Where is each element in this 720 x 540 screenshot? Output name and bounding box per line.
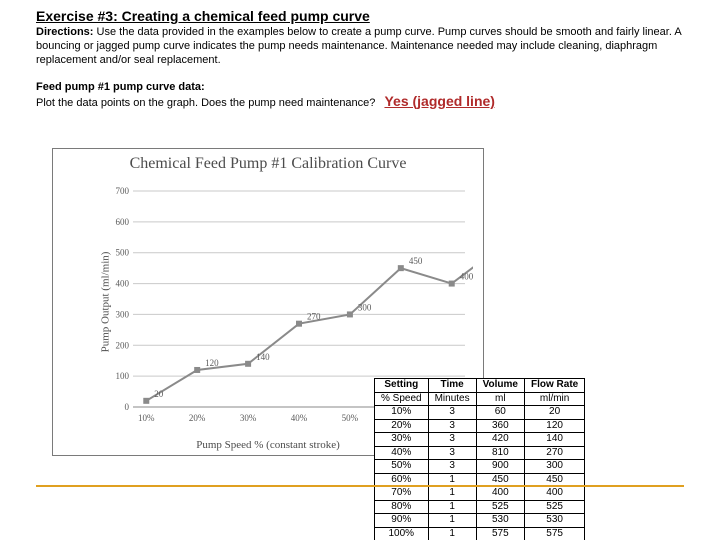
svg-text:400: 400: [460, 272, 473, 282]
prompt-line: Plot the data points on the graph. Does …: [36, 97, 375, 109]
table-cell: 3: [428, 419, 476, 433]
table-cell: 3: [428, 433, 476, 447]
table-row: 100%1575575: [375, 527, 585, 540]
data-header: Feed pump #1 pump curve data:: [36, 81, 205, 93]
table-cell: 1: [428, 527, 476, 540]
table-cell: 400: [476, 487, 524, 501]
table-cell: 900: [476, 460, 524, 474]
table-row: 30%3420140: [375, 433, 585, 447]
table-cell: 300: [525, 460, 585, 474]
table-cell: 3: [428, 446, 476, 460]
table-cell: 270: [525, 446, 585, 460]
answer-text: Yes (jagged line): [384, 93, 494, 109]
table-cell: 575: [476, 527, 524, 540]
svg-text:400: 400: [116, 279, 130, 289]
table-cell: 530: [476, 514, 524, 528]
svg-text:200: 200: [116, 340, 130, 350]
table-cell: 70%: [375, 487, 429, 501]
table-cell: 80%: [375, 500, 429, 514]
svg-text:600: 600: [116, 217, 130, 227]
directions-block: Directions: Use the data provided in the…: [36, 26, 684, 67]
table-cell: 10%: [375, 406, 429, 420]
table-row: 90%1530530: [375, 514, 585, 528]
table-cell: 530: [525, 514, 585, 528]
table-cell: 525: [476, 500, 524, 514]
table-cell: 140: [525, 433, 585, 447]
svg-text:30%: 30%: [240, 413, 257, 423]
exercise-title: Exercise #3: Creating a chemical feed pu…: [36, 8, 684, 24]
table-subheader: ml: [476, 392, 524, 406]
svg-text:300: 300: [116, 309, 130, 319]
table-cell: 40%: [375, 446, 429, 460]
svg-text:20: 20: [154, 389, 164, 399]
svg-text:500: 500: [116, 248, 130, 258]
data-table: SettingTimeVolumeFlow Rate % SpeedMinutes…: [374, 378, 585, 540]
table-row: 50%3900300: [375, 460, 585, 474]
chart-title: Chemical Feed Pump #1 Calibration Curve: [53, 155, 483, 173]
svg-text:10%: 10%: [138, 413, 155, 423]
table-cell: 3: [428, 406, 476, 420]
table-header: Flow Rate: [525, 379, 585, 393]
data-section: Feed pump #1 pump curve data: Plot the d…: [36, 81, 684, 109]
table-cell: 120: [525, 419, 585, 433]
directions-text: Use the data provided in the examples be…: [36, 26, 681, 66]
table-cell: 1: [428, 487, 476, 501]
svg-text:140: 140: [256, 352, 270, 362]
table-cell: 1: [428, 514, 476, 528]
table-cell: 3: [428, 460, 476, 474]
table-header: Setting: [375, 379, 429, 393]
svg-text:50%: 50%: [342, 413, 359, 423]
table-cell: 360: [476, 419, 524, 433]
table-cell: 60: [476, 406, 524, 420]
table-header: Volume: [476, 379, 524, 393]
svg-text:100: 100: [116, 371, 130, 381]
table-row: 10%36020: [375, 406, 585, 420]
table-cell: 420: [476, 433, 524, 447]
table-cell: 400: [525, 487, 585, 501]
svg-text:20%: 20%: [189, 413, 206, 423]
table-subheader: ml/min: [525, 392, 585, 406]
svg-text:700: 700: [116, 186, 130, 196]
footer-rule: [36, 485, 684, 487]
table-row: 70%1400400: [375, 487, 585, 501]
table-cell: 1: [428, 500, 476, 514]
svg-text:40%: 40%: [291, 413, 308, 423]
table-cell: 810: [476, 446, 524, 460]
table-row: 80%1525525: [375, 500, 585, 514]
table-header: Time: [428, 379, 476, 393]
table-cell: 100%: [375, 527, 429, 540]
directions-label: Directions:: [36, 26, 93, 38]
table-cell: 20%: [375, 419, 429, 433]
table-cell: 20: [525, 406, 585, 420]
table-cell: 50%: [375, 460, 429, 474]
svg-text:300: 300: [358, 302, 372, 312]
table-row: 40%3810270: [375, 446, 585, 460]
table-cell: 525: [525, 500, 585, 514]
svg-text:0: 0: [125, 402, 130, 412]
svg-text:270: 270: [307, 312, 321, 322]
table-cell: 30%: [375, 433, 429, 447]
svg-text:120: 120: [205, 358, 219, 368]
svg-text:450: 450: [409, 256, 423, 266]
table-cell: 575: [525, 527, 585, 540]
table-subheader: Minutes: [428, 392, 476, 406]
table-subheader: % Speed: [375, 392, 429, 406]
table-row: 20%3360120: [375, 419, 585, 433]
table-cell: 90%: [375, 514, 429, 528]
